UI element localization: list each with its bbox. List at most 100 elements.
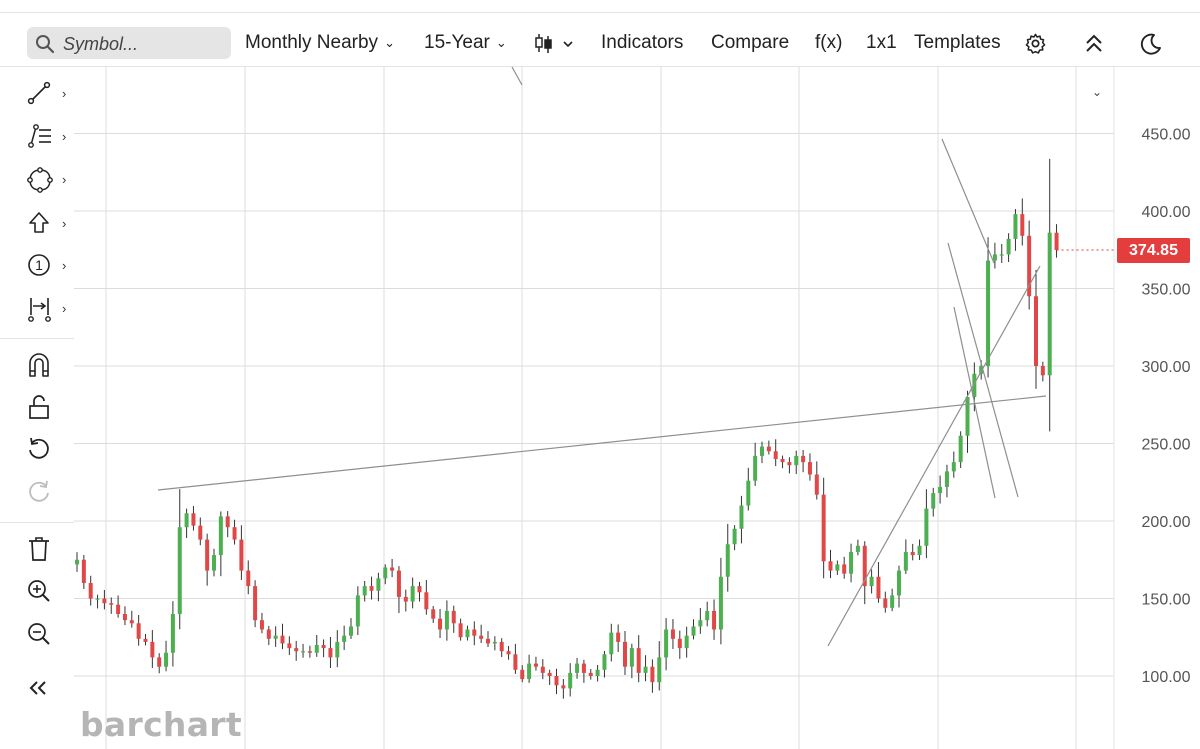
zoom-in-button[interactable] [26,578,66,608]
last-price-badge: 374.85 [1117,237,1190,263]
period-dropdown[interactable]: Monthly Nearby ⌄ [245,32,395,54]
number-marker-tool[interactable]: 1 › [26,252,66,282]
chevron-down-icon: ⌄ [384,34,395,50]
candle-down [109,603,114,605]
chevron-right-icon: › [62,258,67,273]
fibonacci-tool[interactable]: › [26,123,66,153]
candle-down [198,525,203,540]
candle-up [527,663,532,680]
magnet-icon [29,353,49,377]
candle-up [855,545,860,552]
trendline-tool[interactable]: › [26,80,66,110]
candle-down [554,676,559,686]
redo-button[interactable] [26,479,66,509]
chevron-down-icon: ⌄ [495,34,507,50]
range-label: 15-Year [424,32,490,53]
candle-down [1040,366,1045,376]
candle-down [1020,214,1025,236]
candle-down [616,632,621,642]
candle-up [938,486,943,494]
indicators-button[interactable]: Indicators [601,32,683,54]
candle-up [170,614,175,653]
candle-down [81,559,86,583]
candle-up [725,544,730,577]
candle-down [122,614,127,621]
arrow-marker-tool[interactable]: › [26,210,66,240]
candle-down [294,648,299,652]
zoom-out-button[interactable] [26,621,66,651]
settings-button[interactable] [1024,32,1047,60]
candle-down [773,451,778,459]
candle-up [849,552,854,574]
candle-down [499,641,504,652]
y-axis-tick-label: 450.00 [1142,127,1191,144]
candle-up [301,651,306,653]
templates-button[interactable]: Templates [914,32,1001,54]
symbol-search[interactable] [27,27,231,59]
y-axis-tick-label: 250.00 [1142,437,1191,454]
candle-down [623,641,627,667]
candle-down [533,663,538,667]
candle-down [431,609,436,619]
chart-style-dropdown[interactable] [535,33,575,60]
candle-up [951,462,956,472]
candle-down [191,513,196,526]
chart-area[interactable]: 450.00 400.00 350.00 300.00 250.00 200.00 150.… [74,67,1200,749]
delete-drawings-button[interactable] [26,535,66,565]
candle-down [561,685,566,689]
candle-up [753,455,758,481]
candle-up [212,555,216,571]
candle-down [479,635,484,639]
candle-up [1006,238,1011,255]
compare-button[interactable]: Compare [711,32,789,54]
candle-down [842,564,847,574]
search-input[interactable] [61,31,225,57]
candle-up [924,508,929,546]
candle-up [958,435,963,463]
candle-down [677,638,682,649]
fib-icon [28,124,51,148]
chevron-down-icon[interactable]: ⌄ [1092,85,1102,99]
price-chart[interactable]: 450.00 400.00 350.00 300.00 250.00 200.00 150.… [74,67,1200,749]
range-dropdown[interactable]: 15-Year ⌄ [424,32,507,54]
candle-down [88,583,93,599]
dark-mode-toggle[interactable] [1139,32,1163,61]
undo-icon [29,437,49,459]
candle-down [458,623,463,638]
fx-button[interactable]: f(x) [815,32,842,54]
candle-up [314,645,319,653]
candle-up [917,545,922,556]
candle-up [342,635,347,642]
measure-tool[interactable]: › [26,295,66,325]
candle-up [965,397,970,436]
magnet-tool[interactable] [26,350,66,380]
undo-button[interactable] [26,436,66,466]
unlock-icon [29,395,49,419]
chart-toolbar: Monthly Nearby ⌄ 15-Year ⌄ Indicators Comp… [0,22,1200,67]
search-icon [36,35,55,54]
lock-drawings-tool[interactable] [26,393,66,423]
candle-down [116,604,121,614]
candle-down [280,635,285,644]
candle-up [95,598,100,600]
layout-button[interactable]: 1x1 [866,32,897,54]
trash-icon [29,537,49,561]
candle-up [890,595,895,608]
candle-up [746,480,751,506]
candle-up [835,564,840,571]
candle-down [876,576,881,599]
y-axis-tick-label: 200.00 [1142,514,1191,531]
sidebar-divider [0,522,74,523]
shapes-tool[interactable]: › [26,166,66,196]
candle-up [609,632,614,655]
candle-down [801,455,806,463]
collapse-toolbar-button[interactable] [1084,33,1104,60]
candle-down [910,552,915,556]
zoom-in-icon [28,580,50,602]
candle-up [698,620,703,627]
collapse-sidebar-button[interactable] [26,677,66,707]
candle-down [225,516,230,528]
candle-down [670,629,675,639]
candle-up [1047,232,1052,376]
candle-up [657,657,662,683]
